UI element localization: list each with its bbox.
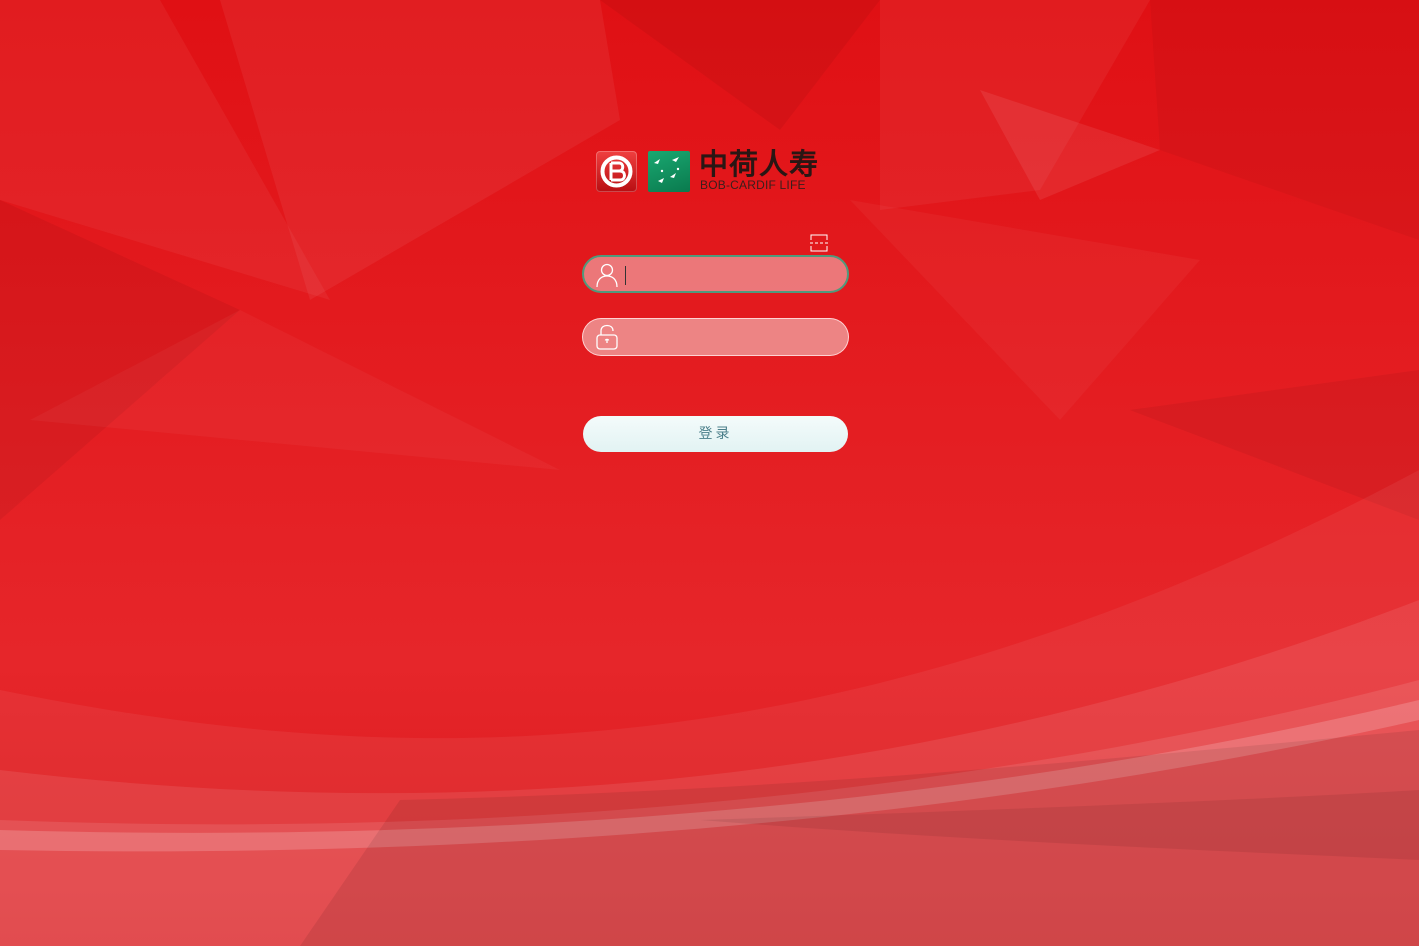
unlock-icon <box>594 324 620 350</box>
background-art <box>0 0 1419 946</box>
password-input[interactable] <box>623 319 833 355</box>
user-icon <box>595 262 621 288</box>
username-field[interactable] <box>582 255 849 293</box>
login-button[interactable]: 登录 <box>583 416 848 452</box>
text-caret <box>625 266 626 285</box>
qr-scan-icon[interactable] <box>810 234 828 252</box>
brand-logo: 中荷人寿 BOB-CARDIF LIFE <box>596 147 822 192</box>
brand-name-en: BOB-CARDIF LIFE <box>700 178 806 192</box>
background <box>0 0 1419 946</box>
bob-logo-icon <box>596 151 637 192</box>
username-input[interactable] <box>624 257 834 291</box>
brand-name-cn: 中荷人寿 <box>699 147 820 181</box>
password-field[interactable] <box>582 318 849 356</box>
cardif-birds-icon <box>648 151 690 192</box>
